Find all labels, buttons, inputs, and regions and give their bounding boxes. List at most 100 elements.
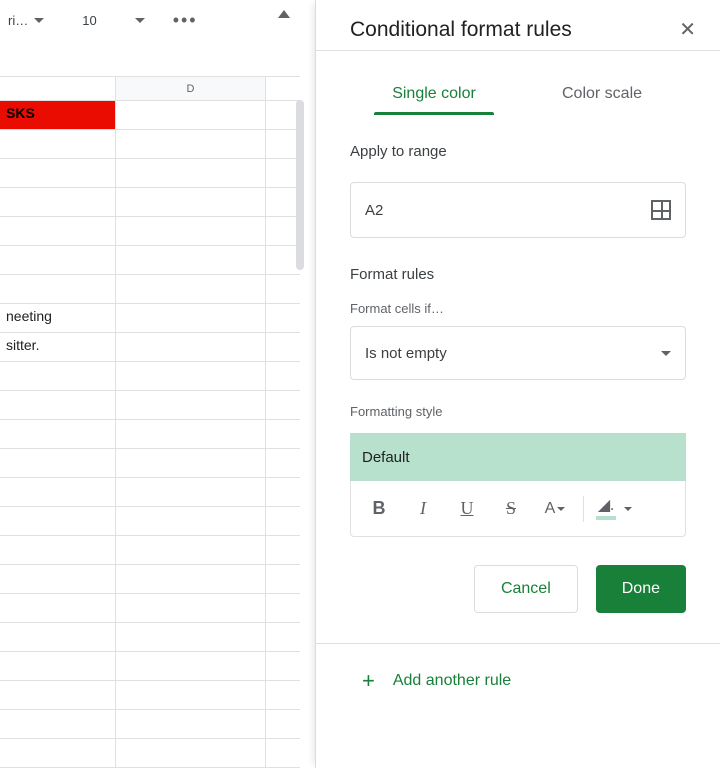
cell[interactable] — [116, 739, 266, 767]
cell[interactable] — [116, 652, 266, 680]
cell[interactable] — [0, 710, 116, 738]
cell[interactable] — [116, 101, 266, 129]
cell[interactable] — [116, 246, 266, 274]
formatting-style-label: Formatting style — [350, 404, 686, 419]
vertical-scrollbar[interactable] — [296, 100, 304, 270]
cell[interactable] — [116, 478, 266, 506]
cell[interactable] — [116, 304, 266, 332]
table-row[interactable] — [0, 536, 300, 565]
cell[interactable] — [116, 449, 266, 477]
cell[interactable] — [116, 275, 266, 303]
table-row[interactable] — [0, 217, 300, 246]
table-row[interactable] — [0, 681, 300, 710]
font-size-dropdown[interactable]: 10 — [74, 13, 152, 28]
column-header-D[interactable]: D — [116, 77, 266, 100]
cell[interactable] — [116, 159, 266, 187]
cell[interactable] — [116, 333, 266, 361]
cell[interactable] — [116, 391, 266, 419]
cell[interactable] — [0, 507, 116, 535]
cell[interactable] — [0, 681, 116, 709]
cell[interactable] — [116, 565, 266, 593]
cell[interactable]: neeting — [0, 304, 116, 332]
table-row[interactable] — [0, 623, 300, 652]
table-row[interactable] — [0, 739, 300, 768]
condition-select[interactable]: Is not empty — [350, 326, 686, 380]
caret-down-icon — [661, 351, 671, 356]
add-rule-label: Add another rule — [393, 672, 511, 690]
cell[interactable] — [116, 217, 266, 245]
bold-button[interactable]: B — [359, 490, 399, 528]
style-preview[interactable]: Default — [350, 433, 686, 481]
table-row[interactable] — [0, 275, 300, 304]
format-rules-label: Format rules — [350, 266, 686, 283]
cell[interactable] — [116, 710, 266, 738]
cell[interactable] — [0, 420, 116, 448]
cell[interactable] — [116, 188, 266, 216]
table-row[interactable] — [0, 507, 300, 536]
cell[interactable] — [0, 623, 116, 651]
cell[interactable] — [0, 217, 116, 245]
cell[interactable]: SKS — [0, 101, 116, 129]
cell[interactable] — [0, 478, 116, 506]
cell[interactable] — [116, 362, 266, 390]
table-row[interactable] — [0, 478, 300, 507]
cell[interactable] — [0, 594, 116, 622]
cell[interactable] — [0, 130, 116, 158]
cell[interactable] — [116, 623, 266, 651]
cell[interactable]: sitter. — [0, 333, 116, 361]
table-row[interactable]: SKS — [0, 101, 300, 130]
text-color-button[interactable]: A — [535, 490, 575, 528]
cell[interactable] — [0, 362, 116, 390]
cell[interactable] — [0, 652, 116, 680]
caret-down-icon — [34, 18, 44, 23]
table-row[interactable] — [0, 159, 300, 188]
cell[interactable] — [0, 536, 116, 564]
table-row[interactable] — [0, 188, 300, 217]
italic-button[interactable]: I — [403, 490, 443, 528]
table-row[interactable]: sitter. — [0, 333, 300, 362]
cell[interactable] — [116, 507, 266, 535]
panel-tabs: Single color Color scale — [350, 77, 686, 115]
cell[interactable] — [0, 449, 116, 477]
cell[interactable] — [116, 130, 266, 158]
font-family-dropdown[interactable]: ri… — [4, 13, 48, 28]
table-row[interactable]: neeting — [0, 304, 300, 333]
cell[interactable] — [0, 246, 116, 274]
cell[interactable] — [116, 594, 266, 622]
add-another-rule-button[interactable]: + Add another rule — [350, 644, 686, 694]
cell[interactable] — [116, 420, 266, 448]
table-row[interactable] — [0, 594, 300, 623]
table-row[interactable] — [0, 130, 300, 159]
underline-button[interactable]: U — [447, 490, 487, 528]
table-row[interactable] — [0, 449, 300, 478]
caret-down-icon — [624, 507, 632, 511]
spreadsheet-grid[interactable]: D SKS neetingsitter. — [0, 76, 300, 768]
cell[interactable] — [0, 188, 116, 216]
cell[interactable] — [0, 159, 116, 187]
strikethrough-button[interactable]: S — [491, 490, 531, 528]
fill-color-button[interactable]: ◢. — [592, 490, 632, 528]
table-row[interactable] — [0, 710, 300, 739]
cell[interactable] — [0, 739, 116, 767]
condition-value: Is not empty — [365, 345, 447, 362]
cell[interactable] — [116, 536, 266, 564]
cell[interactable] — [0, 275, 116, 303]
table-row[interactable] — [0, 246, 300, 275]
cell[interactable] — [0, 565, 116, 593]
more-options-button[interactable]: ••• — [173, 10, 198, 31]
range-input[interactable]: A2 — [350, 182, 686, 238]
table-row[interactable] — [0, 565, 300, 594]
close-icon[interactable]: ✕ — [679, 20, 696, 40]
cell[interactable] — [116, 681, 266, 709]
table-row[interactable] — [0, 420, 300, 449]
select-range-icon[interactable] — [651, 200, 671, 220]
tab-color-scale[interactable]: Color scale — [518, 77, 686, 115]
cancel-button[interactable]: Cancel — [474, 565, 578, 613]
table-row[interactable] — [0, 362, 300, 391]
cell[interactable] — [0, 391, 116, 419]
tab-single-color[interactable]: Single color — [350, 77, 518, 115]
table-row[interactable] — [0, 391, 300, 420]
done-button[interactable]: Done — [596, 565, 686, 613]
table-row[interactable] — [0, 652, 300, 681]
collapse-toolbar-icon[interactable] — [278, 10, 290, 18]
